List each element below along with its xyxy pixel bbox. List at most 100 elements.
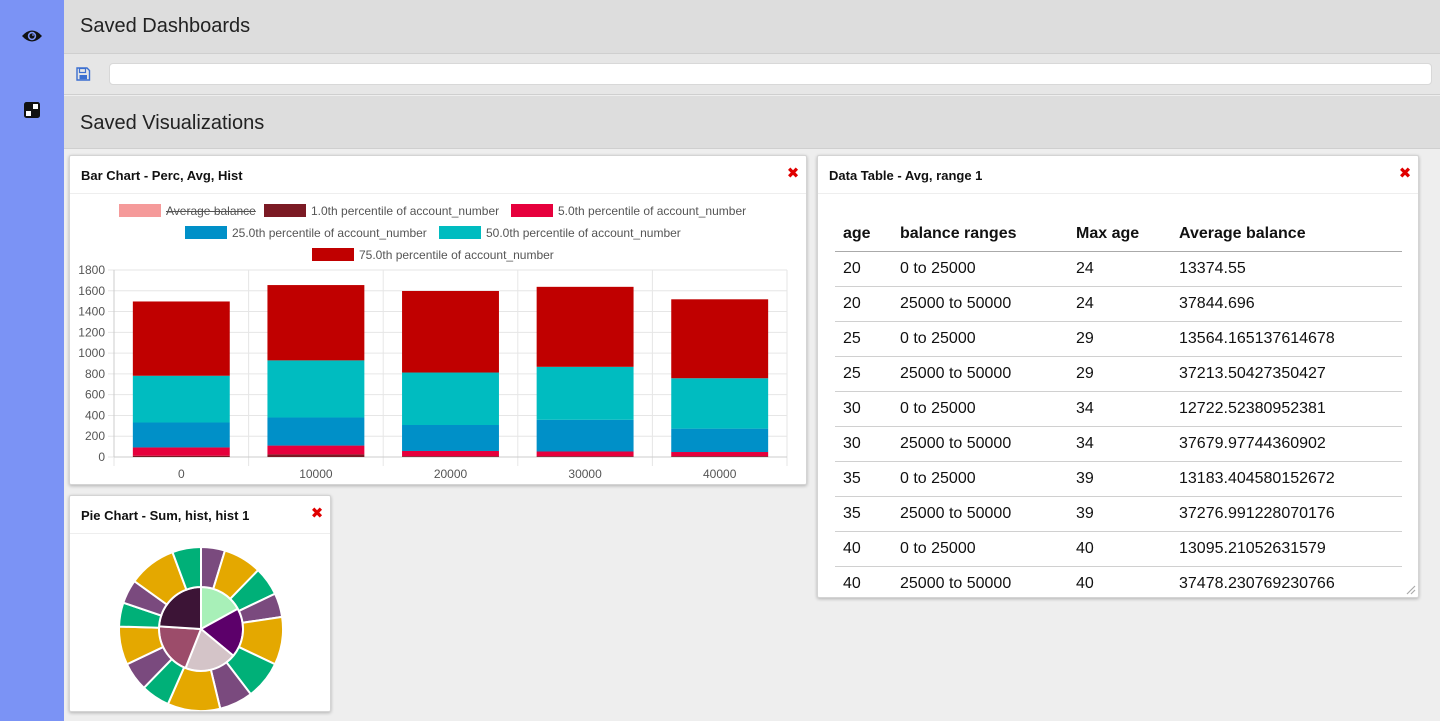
- table-cell: 0 to 25000: [892, 251, 1068, 287]
- bar-segment: [267, 454, 365, 457]
- bar-segment: [671, 428, 769, 453]
- table-row: 40 25000 to 50000 40 37478.230769230766: [835, 566, 1402, 597]
- bar-segment: [536, 286, 634, 367]
- table-cell: 25000 to 50000: [892, 566, 1068, 597]
- table-cell: 20: [835, 286, 892, 322]
- x-tick-label: 10000: [299, 467, 333, 481]
- bar-segment: [671, 456, 769, 457]
- table-cell: 25000 to 50000: [892, 426, 1068, 462]
- bar-segment: [536, 366, 634, 420]
- bar-chart-panel: Bar Chart - Perc, Avg, Hist ✖ Average ba…: [69, 155, 807, 485]
- y-tick-label: 200: [85, 429, 105, 443]
- table-cell: 0 to 25000: [892, 321, 1068, 357]
- table-cell: 12722.52380952381: [1171, 391, 1402, 427]
- table-cell: 25000 to 50000: [892, 286, 1068, 322]
- saved-visualizations-header: Saved Visualizations: [64, 96, 1440, 149]
- pie-chart: [118, 545, 284, 711]
- bar-segment: [402, 425, 499, 451]
- y-tick-label: 1200: [78, 325, 105, 339]
- column-header[interactable]: Max age: [1068, 217, 1171, 252]
- y-tick-label: 600: [85, 388, 105, 402]
- table-cell: 13095.21052631579: [1171, 531, 1402, 567]
- bar-segment: [267, 417, 365, 446]
- dashboard-icon[interactable]: [20, 98, 44, 122]
- resize-handle-icon[interactable]: [1406, 585, 1416, 595]
- table-cell: 35: [835, 496, 892, 532]
- table-row: 20 0 to 25000 24 13374.55: [835, 251, 1402, 287]
- y-tick-label: 1800: [78, 263, 105, 277]
- table-cell: 40: [835, 566, 892, 597]
- table-row: 25 0 to 25000 29 13564.165137614678: [835, 321, 1402, 357]
- table-cell: 37478.230769230766: [1171, 566, 1402, 597]
- data-table-scroll[interactable]: age balance ranges Max age Average balance …: [818, 194, 1418, 597]
- x-tick-label: 40000: [703, 467, 737, 481]
- data-table-panel: Data Table - Avg, range 1 ✖ age balance r…: [817, 155, 1419, 598]
- bar-segment: [671, 299, 769, 379]
- table-row: 25 25000 to 50000 29 37213.50427350427: [835, 356, 1402, 392]
- table-cell: 0 to 25000: [892, 391, 1068, 427]
- data-table: age balance ranges Max age Average balance …: [835, 217, 1402, 597]
- y-tick-label: 400: [85, 408, 105, 422]
- bar-segment: [536, 451, 634, 457]
- saved-dashboards-header: Saved Dashboards: [64, 0, 1440, 54]
- column-header[interactable]: Average balance: [1171, 217, 1402, 252]
- table-row: 30 25000 to 50000 34 37679.97744360902: [835, 426, 1402, 462]
- table-header-row: age balance ranges Max age Average balance: [835, 217, 1402, 252]
- y-tick-label: 1000: [78, 346, 105, 360]
- eye-icon[interactable]: [20, 24, 44, 48]
- table-cell: 34: [1068, 426, 1171, 462]
- table-cell: 29: [1068, 321, 1171, 357]
- x-tick-label: 0: [178, 467, 185, 481]
- table-cell: 25000 to 50000: [892, 496, 1068, 532]
- table-cell: 30: [835, 391, 892, 427]
- y-tick-label: 1400: [78, 305, 105, 319]
- bar-chart: 0 200 400 600 800 1000 1200 1400 1600 1800 0 10000 2…: [78, 263, 788, 481]
- sidebar: [0, 0, 64, 721]
- saved-dashboards-title: Saved Dashboards: [80, 15, 251, 37]
- table-cell: 25: [835, 356, 892, 392]
- column-header[interactable]: age: [835, 217, 892, 252]
- table-row: 40 0 to 25000 40 13095.21052631579: [835, 531, 1402, 567]
- dashboard-name-input[interactable]: [109, 63, 1432, 85]
- table-cell: 24: [1068, 286, 1171, 322]
- bar-segment: [536, 456, 634, 457]
- y-tick-label: 800: [85, 367, 105, 381]
- table-cell: 40: [835, 531, 892, 567]
- table-cell: 0 to 25000: [892, 531, 1068, 567]
- table-cell: 37679.97744360902: [1171, 426, 1402, 462]
- floppy-disk-icon[interactable]: [75, 66, 91, 82]
- table-cell: 24: [1068, 251, 1171, 287]
- bar-segment: [402, 456, 499, 457]
- table-cell: 20: [835, 251, 892, 287]
- table-cell: 0 to 25000: [892, 461, 1068, 497]
- table-cell: 40: [1068, 566, 1171, 597]
- table-cell: 29: [1068, 356, 1171, 392]
- bar-segment: [671, 452, 769, 457]
- table-cell: 37276.991228070176: [1171, 496, 1402, 532]
- table-row: 30 0 to 25000 34 12722.52380952381: [835, 391, 1402, 427]
- bar-segment: [132, 455, 230, 457]
- bar-segment: [267, 285, 365, 361]
- close-x-icon[interactable]: ✖: [1398, 166, 1412, 182]
- bar-segment: [267, 360, 365, 418]
- column-header[interactable]: balance ranges: [892, 217, 1068, 252]
- main-content: Saved Dashboards Saved Visualizations Ba…: [64, 0, 1440, 721]
- bar-segment: [402, 290, 499, 373]
- bar-segment: [132, 301, 230, 376]
- table-row: 35 0 to 25000 39 13183.404580152672: [835, 461, 1402, 497]
- table-cell: 35: [835, 461, 892, 497]
- table-cell: 25000 to 50000: [892, 356, 1068, 392]
- y-tick-label: 1600: [78, 284, 105, 298]
- x-tick-label: 20000: [434, 467, 468, 481]
- table-row: 35 25000 to 50000 39 37276.991228070176: [835, 496, 1402, 532]
- pie-chart-panel: Pie Chart - Sum, hist, hist 1 ✖: [69, 495, 331, 712]
- table-cell: 37844.696: [1171, 286, 1402, 322]
- bar-segment: [132, 447, 230, 456]
- table-cell: 13183.404580152672: [1171, 461, 1402, 497]
- table-row: 20 25000 to 50000 24 37844.696: [835, 286, 1402, 322]
- bar-segment: [132, 422, 230, 448]
- table-cell: 39: [1068, 461, 1171, 497]
- bar-segment: [267, 445, 365, 455]
- table-cell: 39: [1068, 496, 1171, 532]
- table-cell: 13564.165137614678: [1171, 321, 1402, 357]
